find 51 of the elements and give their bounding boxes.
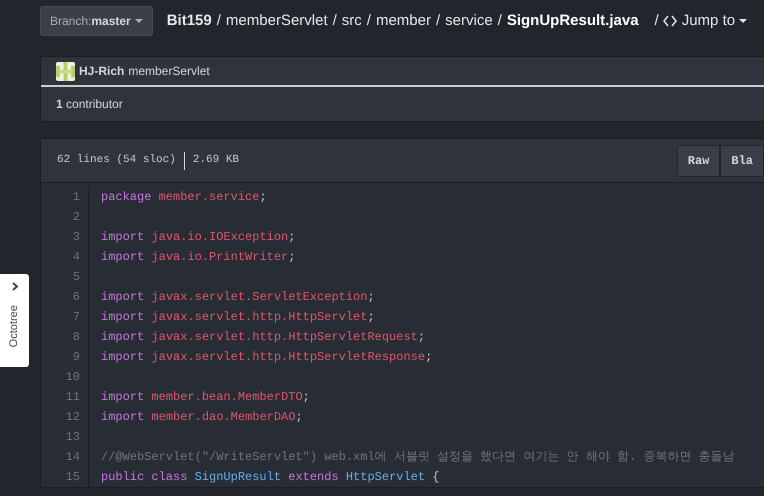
file-name: SignUpResult.java (506, 10, 639, 31)
line-number: 8 (41, 327, 89, 347)
code-line: import javax.servlet.http.HttpServletResponse; (100, 349, 432, 366)
octotree-tab[interactable]: Octotree (0, 274, 29, 367)
commit-author[interactable]: HJ-Rich (79, 62, 124, 80)
file-size: 2.69 KB (192, 153, 240, 168)
avatar-icon (56, 62, 75, 80)
path-separator: / (654, 10, 659, 31)
chevron-icon (10, 282, 18, 291)
code-icon (662, 15, 677, 27)
contributor-count[interactable]: 1 contributor (56, 95, 123, 113)
code-line: //@WebServlet("/WriteServlet") web.xml에 서블릿 설정을 했다면 여기는 안 해야 함. 중복하면 충돌남 (100, 449, 735, 466)
line-number: 14 (41, 447, 89, 467)
line-number: 12 (41, 407, 89, 427)
code-line: import javax.servlet.http.HttpServletRequest; (100, 329, 426, 346)
path-separator: / (216, 10, 221, 31)
code-line: import javax.servlet.ServletException; (100, 289, 375, 306)
breadcrumb-link[interactable]: src (342, 10, 362, 32)
line-number: 13 (41, 427, 89, 447)
branch-button[interactable]: Branch:master (40, 6, 153, 36)
code-line: import javax.servlet.http.HttpServlet; (100, 309, 375, 326)
line-number: 2 (41, 207, 89, 227)
line-number: 7 (41, 307, 89, 327)
code-line: import member.dao.MemberDAO; (100, 409, 303, 426)
line-number: 15 (41, 467, 89, 487)
line-number: 5 (41, 267, 89, 287)
line-count: 62 lines (54 sloc) (57, 153, 176, 168)
commit-message[interactable]: memberServlet (128, 62, 210, 80)
line-number: 1 (41, 187, 89, 207)
path-separator: / (498, 10, 502, 31)
breadcrumb-link[interactable]: Bit159 (166, 10, 212, 32)
jump-to-button[interactable]: Jump to (662, 10, 748, 32)
code-line: public class SignUpResult extends HttpServlet { (100, 469, 440, 486)
line-number: 4 (41, 247, 89, 267)
code-line: import member.bean.MemberDTO; (100, 389, 310, 406)
line-number: 6 (41, 287, 89, 307)
file-action-button[interactable]: Raw (676, 144, 720, 176)
path-separator: / (332, 10, 337, 31)
line-number: 3 (41, 227, 89, 247)
code-line: import java.io.IOException; (100, 229, 296, 246)
line-number: 9 (41, 347, 89, 367)
path-separator: / (436, 10, 440, 31)
code-line: package member.service; (100, 189, 267, 206)
breadcrumb-link[interactable]: member (376, 10, 431, 32)
code-line: import java.io.PrintWriter; (100, 249, 296, 266)
line-number: 10 (41, 367, 89, 387)
breadcrumb-link[interactable]: memberServlet (226, 10, 328, 32)
file-action-button[interactable]: Bla (720, 144, 764, 176)
line-number: 11 (41, 387, 89, 407)
path-separator: / (366, 10, 371, 31)
breadcrumb-link[interactable]: service (445, 10, 493, 32)
